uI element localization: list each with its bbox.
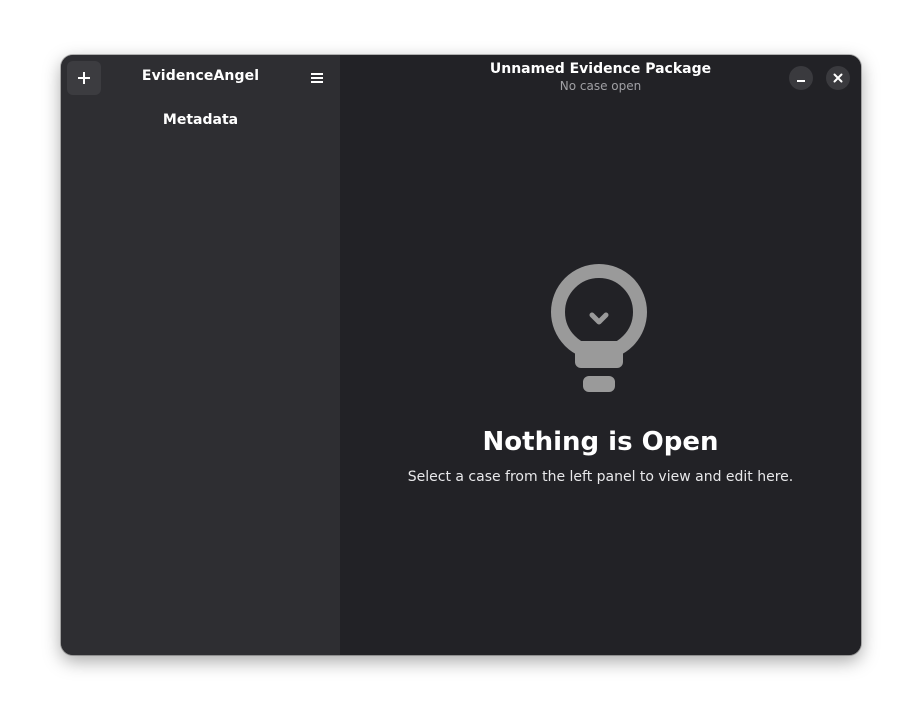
main-content: Unnamed Evidence Package No case open No… bbox=[340, 55, 861, 655]
main-menu-button[interactable] bbox=[300, 61, 334, 95]
minimize-button[interactable] bbox=[789, 66, 813, 90]
lightbulb-icon bbox=[550, 264, 647, 392]
empty-state-title: Nothing is Open bbox=[482, 427, 719, 457]
window-subtitle: No case open bbox=[559, 79, 642, 93]
sidebar-item-metadata[interactable]: Metadata bbox=[61, 101, 340, 139]
minimize-icon bbox=[797, 80, 805, 82]
close-button[interactable] bbox=[826, 66, 850, 90]
app-title: EvidenceAngel bbox=[141, 68, 260, 84]
close-icon bbox=[833, 73, 843, 83]
sidebar: EvidenceAngel Metadata bbox=[61, 55, 340, 655]
empty-state-description: Select a case from the left panel to vie… bbox=[407, 469, 794, 485]
empty-state: Nothing is Open Select a case from the l… bbox=[340, 263, 861, 485]
hamburger-menu-icon bbox=[311, 73, 323, 83]
sidebar-item-label: Metadata bbox=[162, 112, 239, 128]
app-window: EvidenceAngel Metadata Unnamed Evidence … bbox=[61, 55, 861, 655]
header-bar: Unnamed Evidence Package No case open bbox=[340, 55, 861, 101]
window-title: Unnamed Evidence Package bbox=[489, 61, 712, 77]
sidebar-header: EvidenceAngel bbox=[61, 55, 340, 101]
